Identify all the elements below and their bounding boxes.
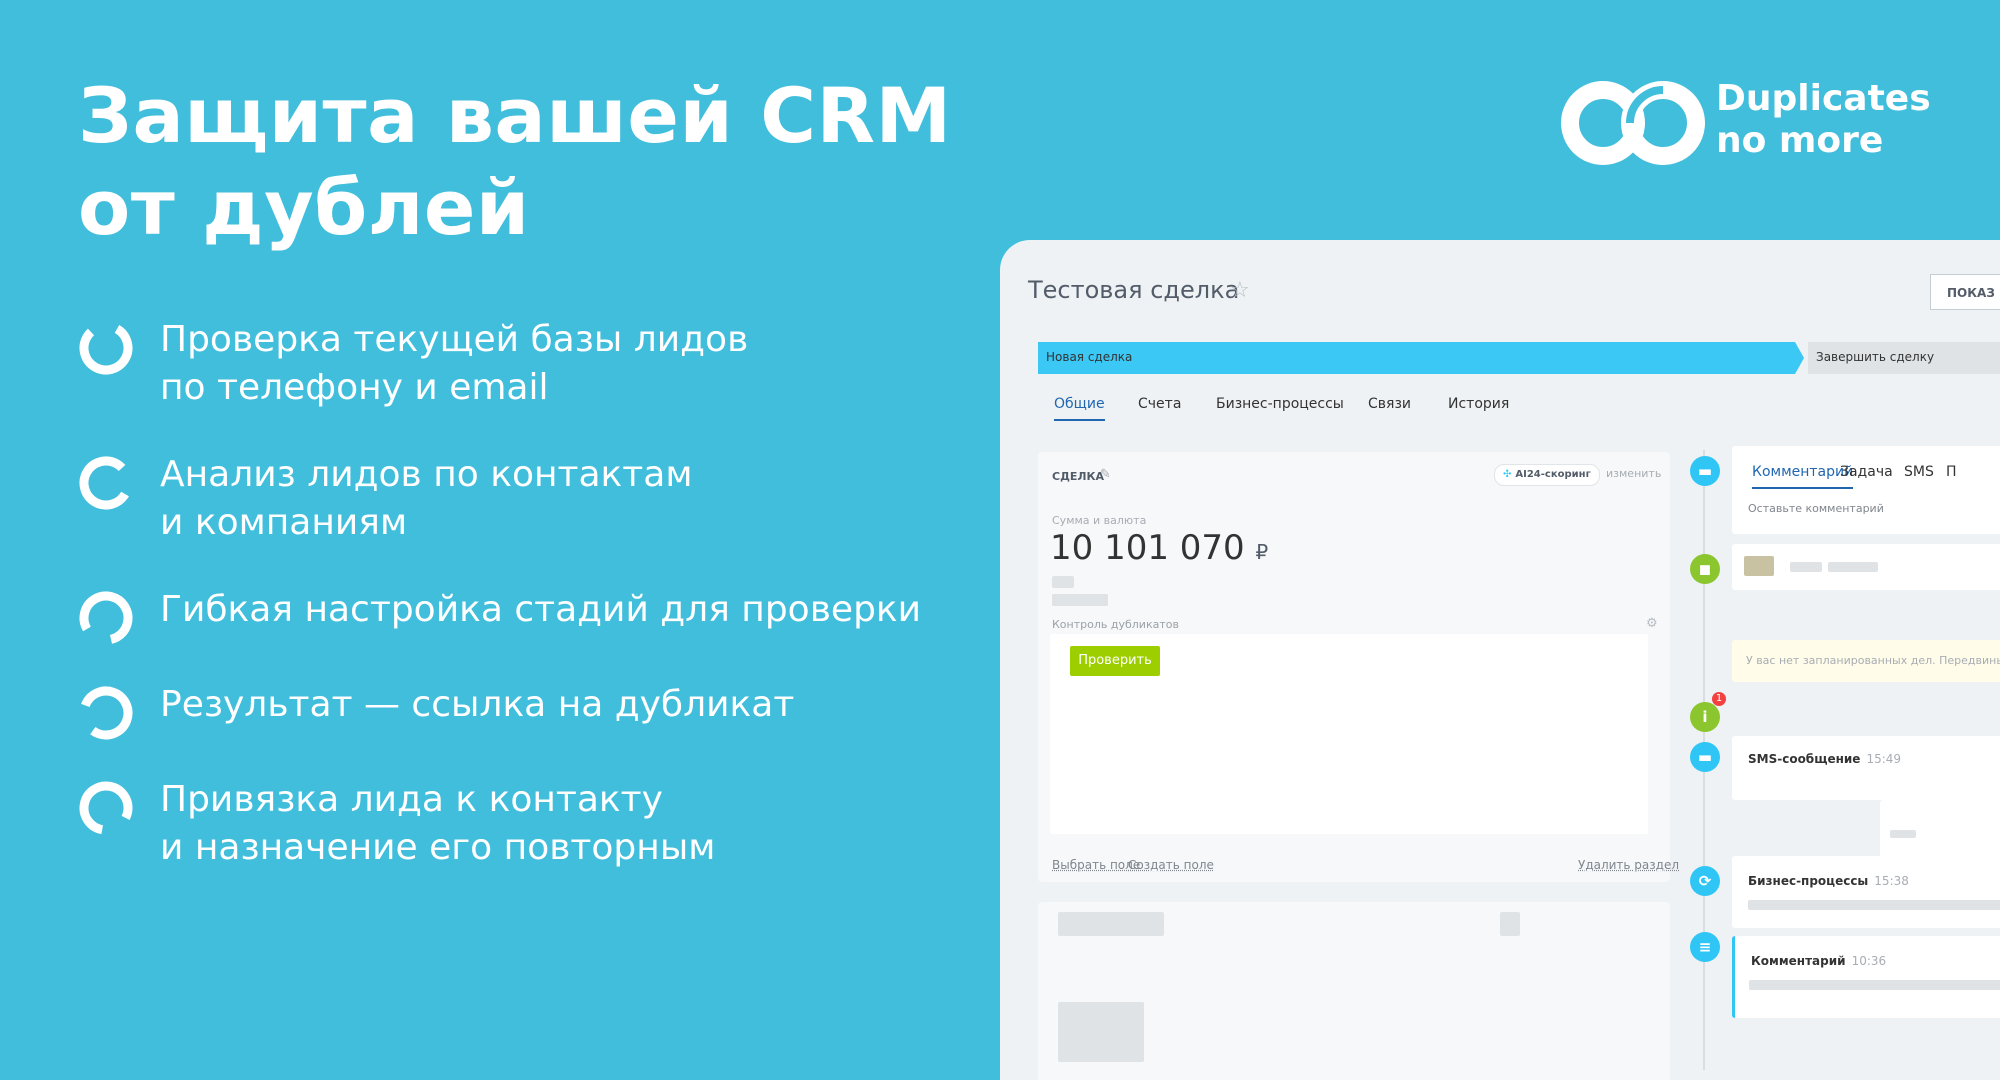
ring-icon — [79, 591, 133, 645]
item-time: 15:49 — [1866, 752, 1902, 766]
notice-box: У вас нет запланированных дел. Передвинь… — [1732, 640, 2000, 682]
tab-more[interactable]: П — [1946, 464, 1957, 480]
brand-name-line-1: Duplicates — [1716, 78, 1931, 119]
ring-icon — [79, 686, 133, 740]
stage-bar: Новая сделка Завершить сделку — [1038, 342, 2000, 374]
tab-history[interactable]: История — [1448, 396, 1509, 412]
comment-icon: ≡ — [1690, 932, 1720, 962]
brand-name-line-2: no more — [1716, 120, 1884, 161]
comment-input[interactable]: Оставьте комментарий — [1748, 502, 1884, 515]
star-icon[interactable]: ☆ — [1230, 278, 1250, 303]
tab-comment[interactable]: Комментарий — [1752, 464, 1854, 489]
currency-symbol: ₽ — [1255, 540, 1269, 564]
delete-section-link[interactable]: Удалить раздел — [1578, 858, 1679, 872]
timeline-item-business-process: Бизнес-процессы 15:38 — [1732, 856, 2000, 928]
interlocked-rings-logo — [1561, 81, 1705, 165]
notice-text: У вас нет запланированных дел. Передвинь… — [1746, 654, 2000, 667]
gear-icon[interactable]: ⚙ — [1646, 616, 1658, 631]
blurred-field — [1052, 576, 1074, 588]
headline-line-1: Защита вашей CRM — [78, 71, 952, 160]
stage-current-label: Новая сделка — [1046, 350, 1133, 364]
blurred-field — [1500, 912, 1520, 936]
brand-logo: Duplicates no more — [1558, 78, 1978, 178]
blurred-field — [1828, 562, 1878, 572]
feature-text-line-1: Результат — ссылка на дубликат — [160, 684, 795, 725]
timeline-item-comment: Комментарий 10:36 — [1732, 936, 2000, 1018]
feature-text-line-2: и компаниям — [160, 502, 408, 543]
timeline-item-continuation — [1880, 800, 2000, 860]
feature-text-line-1: Гибкая настройка стадий для проверки — [160, 589, 922, 630]
item-title: SMS-сообщение 15:49 — [1748, 752, 1901, 766]
ring-icon — [79, 321, 133, 375]
duplicates-control-label: Контроль дубликатов — [1052, 618, 1179, 631]
create-field-link[interactable]: Создать поле — [1128, 858, 1214, 872]
chat-icon: ◼ — [1690, 554, 1720, 584]
feature-text-line-1: Привязка лида к контакту — [160, 779, 663, 820]
item-title-text: Комментарий — [1751, 954, 1846, 968]
ring-icon — [79, 781, 133, 835]
ai-scoring-label: AI24-скоринг — [1515, 469, 1591, 480]
select-field-link[interactable]: Выбрать поле — [1052, 858, 1140, 872]
change-link[interactable]: изменить — [1606, 467, 1661, 480]
item-title: Комментарий 10:36 — [1751, 954, 1886, 968]
tab-task[interactable]: Задача — [1840, 464, 1893, 480]
duplicates-control-area: Проверить — [1050, 634, 1648, 834]
ai-icon: ✣ — [1503, 469, 1512, 480]
stage-finish[interactable]: Завершить сделку — [1808, 342, 2000, 374]
tab-sms[interactable]: SMS — [1904, 464, 1934, 480]
stage-current[interactable]: Новая сделка — [1038, 342, 1804, 374]
blurred-field — [1052, 594, 1108, 606]
tab-invoices[interactable]: Счета — [1138, 396, 1181, 412]
sum-value: 10 101 070 ₽ — [1050, 528, 1268, 568]
card-heading: СДЕЛКА — [1052, 470, 1105, 483]
headline-line-2: от дублей — [78, 163, 530, 252]
blurred-avatar — [1744, 556, 1774, 576]
item-title-text: SMS-сообщение — [1748, 752, 1861, 766]
headline: Защита вашей CRM от дублей — [78, 70, 978, 254]
sum-amount: 10 101 070 — [1050, 528, 1245, 568]
blurred-field — [1749, 980, 2000, 990]
deal-card: СДЕЛКА ✎ ✣ AI24-скоринг изменить Сумма и … — [1038, 452, 1679, 882]
chat-icon: ▬ — [1690, 456, 1720, 486]
feature-text-line-1: Анализ лидов по контактам — [160, 454, 693, 495]
notice-badge: 1 — [1712, 692, 1726, 706]
blurred-field — [1890, 830, 1916, 838]
deal-title: Тестовая сделка — [1028, 276, 1240, 304]
stage-finish-label: Завершить сделку — [1816, 350, 1935, 364]
info-icon: i — [1690, 702, 1720, 732]
timeline-item — [1732, 544, 2000, 590]
deal-tabs: Общие Счета Бизнес-процессы Связи Истори… — [1038, 396, 1638, 432]
ring-icon — [79, 456, 133, 510]
feature-text-line-2: и назначение его повторным — [160, 827, 716, 868]
blurred-field — [1058, 1002, 1144, 1062]
item-title: Бизнес-процессы 15:38 — [1748, 874, 1909, 888]
pencil-icon[interactable]: ✎ — [1100, 467, 1111, 482]
business-process-icon: ⟳ — [1690, 866, 1720, 896]
item-time: 10:36 — [1851, 954, 1887, 968]
feature-text-line-1: Проверка текущей базы лидов — [160, 319, 749, 360]
feature-text-line-2: по телефону и email — [160, 367, 549, 408]
sum-label: Сумма и валюта — [1052, 514, 1147, 527]
blurred-field — [1790, 562, 1822, 572]
blurred-field — [1058, 912, 1164, 936]
tab-business-processes[interactable]: Бизнес-процессы — [1216, 396, 1344, 412]
tab-links[interactable]: Связи — [1368, 396, 1411, 412]
item-title-text: Бизнес-процессы — [1748, 874, 1869, 888]
check-button[interactable]: Проверить — [1070, 646, 1160, 676]
show-button[interactable]: ПОКАЗ — [1930, 274, 2000, 310]
timeline-item-sms: SMS-сообщение 15:49 — [1732, 736, 2000, 800]
crm-window: Тестовая сделка ☆ ПОКАЗ Новая сделка Зав… — [1000, 240, 2000, 1080]
tab-general[interactable]: Общие — [1054, 396, 1105, 421]
second-card — [1038, 902, 1670, 1080]
blurred-field — [1748, 900, 2000, 910]
activity-editor: Комментарий Задача SMS П Оставьте коммен… — [1732, 446, 2000, 534]
ai-scoring-badge[interactable]: ✣ AI24-скоринг — [1494, 464, 1600, 486]
sms-icon: ▬ — [1690, 742, 1720, 772]
item-time: 15:38 — [1874, 874, 1909, 888]
